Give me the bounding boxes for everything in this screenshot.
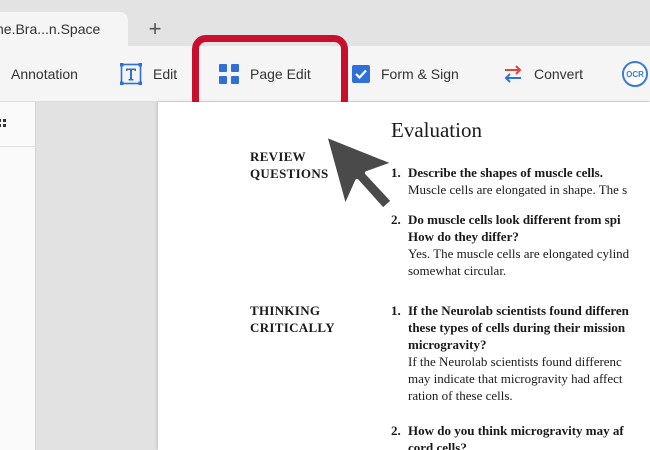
tab-bar: he.Bra...n.Space +: [0, 0, 650, 46]
page-edit-label: Page Edit: [250, 66, 311, 82]
page-edit-tool-button[interactable]: Page Edit: [218, 46, 311, 102]
mouse-pointer-icon: [321, 131, 401, 218]
annotation-tool-button[interactable]: Annotation: [11, 46, 78, 102]
thumbnail-grid-icon[interactable]: [0, 118, 10, 136]
edit-label: Edit: [153, 66, 178, 82]
question-text: cord cells?: [408, 440, 467, 450]
question-number: 2.: [391, 423, 401, 438]
annotation-label: Annotation: [11, 66, 78, 82]
question-text: Describe the shapes of muscle cells.: [408, 165, 603, 180]
answer-text: somewhat circular.: [408, 263, 507, 278]
section-title-line: QUESTIONS: [250, 166, 329, 181]
question-text: microgravity?: [408, 337, 487, 352]
question-number: 1.: [391, 303, 401, 318]
convert-tool-button[interactable]: Convert: [502, 46, 583, 102]
question-text: If the Neurolab scientists found differe…: [408, 303, 629, 318]
grid-icon: [218, 63, 240, 85]
answer-text: Yes. The muscle cells are elongated cyli…: [408, 246, 630, 261]
section-title-line: REVIEW: [250, 149, 306, 164]
edit-tool-button[interactable]: Edit: [119, 46, 177, 102]
section-title-review-questions: REVIEW QUESTIONS: [250, 148, 329, 182]
text-box-icon: [119, 62, 143, 86]
document-tab-title: he.Bra...n.Space: [0, 21, 101, 37]
page-heading: Evaluation: [391, 118, 482, 142]
section-title-line: THINKING: [250, 303, 321, 318]
form-sign-tool-button[interactable]: Form & Sign: [351, 46, 459, 102]
question-text: How do you think microgravity may af: [408, 423, 624, 438]
panel-divider: [0, 146, 36, 147]
answer-text: may indicate that microgravity had affec…: [408, 371, 623, 386]
checkbox-icon: [351, 64, 371, 84]
form-sign-label: Form & Sign: [381, 66, 459, 82]
convert-label: Convert: [534, 66, 584, 82]
answer-text: Muscle cells are elongated in shape. The…: [408, 182, 628, 197]
ocr-tool-button[interactable]: OCR: [622, 46, 648, 102]
answer-text: ration of these cells.: [408, 388, 513, 403]
answer-text: If the Neurolab scientists found differe…: [408, 354, 622, 369]
section-title-thinking-critically: THINKING CRITICALLY: [250, 302, 335, 336]
ocr-icon: OCR: [622, 61, 648, 87]
document-page: Evaluation REVIEW QUESTIONS 1. Describe …: [158, 102, 650, 450]
section-title-line: CRITICALLY: [250, 320, 335, 335]
thumbnail-panel: [0, 102, 36, 450]
convert-arrows-icon: [502, 63, 524, 85]
new-tab-button[interactable]: +: [144, 16, 166, 42]
question-text: Do muscle cells look different from spi: [408, 212, 621, 227]
main-toolbar: Annotation Edit Page Edit Form & Sign Co…: [0, 46, 650, 102]
question-text: these types of cells during their missio…: [408, 320, 626, 335]
question-text: How do they differ?: [408, 229, 519, 244]
document-tab[interactable]: he.Bra...n.Space: [0, 12, 128, 46]
